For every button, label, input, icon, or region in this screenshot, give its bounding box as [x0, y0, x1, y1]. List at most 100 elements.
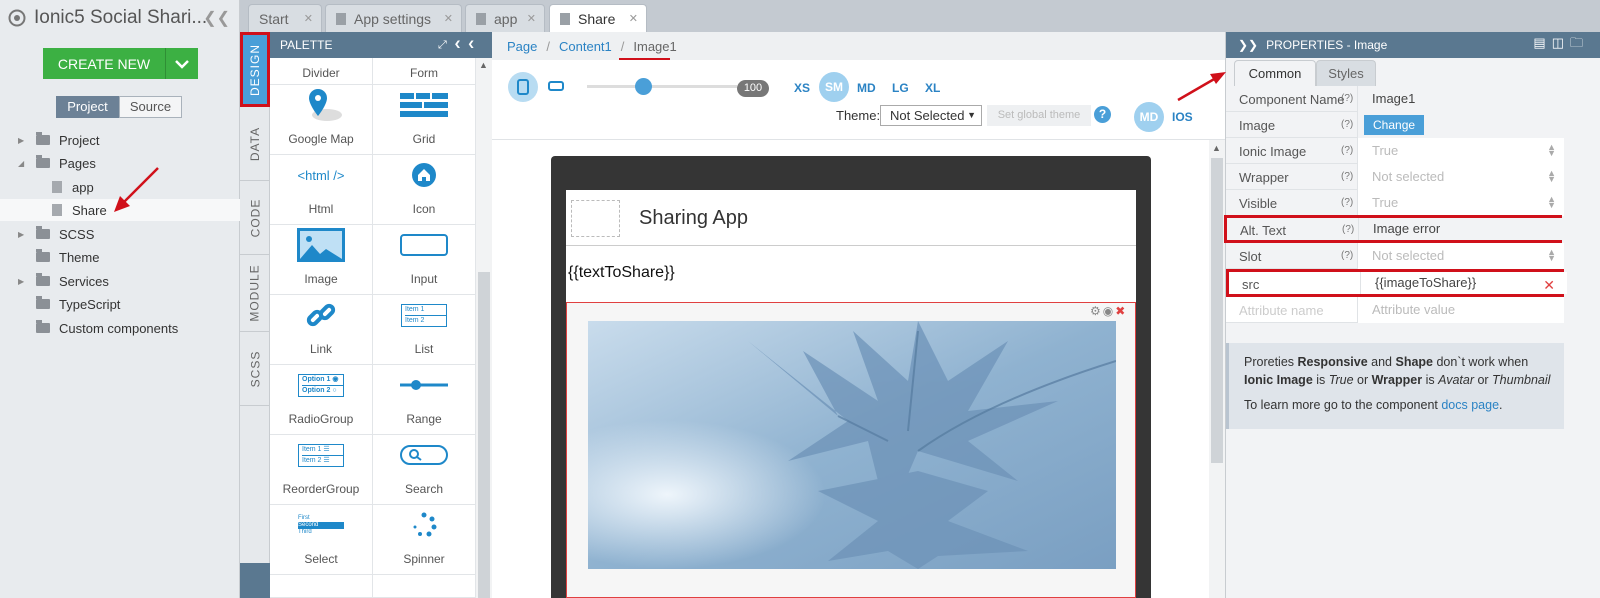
- help-icon[interactable]: (?): [1341, 119, 1353, 130]
- property-value[interactable]: Not selected: [1357, 243, 1564, 269]
- size-xs-button[interactable]: XS: [794, 81, 810, 95]
- help-icon[interactable]: (?): [1341, 171, 1353, 182]
- expand-panel-icon[interactable]: ❯❯: [1238, 38, 1258, 52]
- size-xl-button[interactable]: XL: [925, 81, 940, 95]
- property-value[interactable]: True: [1357, 190, 1564, 216]
- help-icon[interactable]: (?): [1341, 145, 1353, 156]
- property-value[interactable]: Image1: [1357, 86, 1564, 112]
- palette-item-select[interactable]: First Second Third Select: [270, 505, 373, 575]
- change-image-button[interactable]: Change: [1364, 115, 1425, 135]
- create-new-button[interactable]: CREATE NEW: [43, 48, 198, 79]
- alt-text-input[interactable]: Image error: [1358, 218, 1565, 240]
- src-value-input[interactable]: {{imageToShare}}: [1360, 272, 1567, 294]
- palette-item-search[interactable]: Search: [373, 435, 476, 505]
- palette-item-partial[interactable]: [373, 575, 476, 598]
- hide-icon[interactable]: ◉: [1103, 304, 1115, 318]
- help-icon[interactable]: ?: [1094, 106, 1111, 123]
- tree-item-project[interactable]: ▶ Project: [0, 129, 240, 151]
- side-tab-design[interactable]: DESIGN: [240, 32, 270, 107]
- close-icon[interactable]: ✕: [444, 12, 453, 25]
- tab-app[interactable]: app ✕: [465, 4, 545, 32]
- project-toggle-button[interactable]: Project: [56, 96, 119, 118]
- phone-landscape-icon[interactable]: [548, 80, 564, 95]
- side-tab-data[interactable]: DATA: [240, 107, 270, 181]
- palette-item-grid[interactable]: Grid: [373, 85, 476, 155]
- help-icon[interactable]: (?): [1341, 93, 1353, 104]
- palette-scroll-thumb[interactable]: [478, 272, 490, 598]
- tab-styles[interactable]: Styles: [1316, 60, 1376, 86]
- palette-item-range[interactable]: Range: [373, 365, 476, 435]
- tree-item-custom-components[interactable]: Custom components: [0, 317, 240, 339]
- platform-ios-button[interactable]: IOS: [1172, 110, 1193, 124]
- docs-page-link[interactable]: docs page: [1441, 398, 1499, 412]
- preview-image[interactable]: [588, 321, 1116, 569]
- side-tab-extra[interactable]: [240, 563, 270, 598]
- attribute-name-placeholder[interactable]: Attribute name: [1239, 303, 1324, 318]
- zoom-slider-handle[interactable]: [635, 78, 652, 95]
- palette-item-reordergroup[interactable]: Item 1 ☰ Item 2 ☰ ReorderGroup: [270, 435, 373, 505]
- collapse-icon[interactable]: ◢: [18, 159, 28, 168]
- tree-item-services[interactable]: ▶ Services: [0, 270, 240, 292]
- palette-item-form[interactable]: Form: [373, 58, 476, 85]
- close-icon[interactable]: ✖: [1115, 304, 1127, 318]
- remove-attribute-icon[interactable]: ✕: [1543, 277, 1555, 294]
- attribute-value-placeholder[interactable]: Attribute value: [1357, 297, 1564, 323]
- close-icon[interactable]: ✕: [629, 12, 638, 25]
- collapse-panel-icon[interactable]: ❮❮: [203, 8, 230, 28]
- property-value[interactable]: True: [1357, 138, 1564, 164]
- help-icon[interactable]: (?): [1341, 250, 1353, 261]
- help-icon[interactable]: (?): [1341, 197, 1353, 208]
- chevron-down-icon[interactable]: [165, 48, 198, 79]
- platform-md-button[interactable]: MD: [1134, 102, 1164, 132]
- side-tab-code[interactable]: CODE: [240, 181, 270, 255]
- close-icon[interactable]: ✕: [527, 12, 536, 25]
- expand-icon[interactable]: ▶: [18, 277, 28, 286]
- size-lg-button[interactable]: LG: [892, 81, 909, 95]
- palette-item-radiogroup[interactable]: Option 1 ◉ Option 2 ○ RadioGroup: [270, 365, 373, 435]
- theme-select[interactable]: Not Selected ▼: [880, 105, 982, 126]
- preview-text[interactable]: {{textToShare}}: [568, 264, 675, 282]
- header-buttons-placeholder[interactable]: [571, 200, 620, 237]
- layout-icons[interactable]: ▤◫🗀: [1533, 34, 1589, 56]
- palette-item-image[interactable]: Image: [270, 225, 373, 295]
- tab-share[interactable]: Share ✕: [549, 4, 647, 32]
- gear-icon[interactable]: ⚙: [1090, 304, 1103, 318]
- palette-item-google-map[interactable]: Google Map: [270, 85, 373, 155]
- attribute-name-input[interactable]: src: [1242, 277, 1259, 292]
- property-value[interactable]: Not selected: [1357, 164, 1564, 190]
- phone-portrait-icon[interactable]: [508, 72, 538, 102]
- source-toggle-button[interactable]: Source: [119, 96, 182, 118]
- palette-item-icon[interactable]: Icon: [373, 155, 476, 225]
- tab-start[interactable]: Start ✕: [248, 4, 322, 32]
- tree-item-typescript[interactable]: TypeScript: [0, 293, 240, 315]
- palette-item-divider[interactable]: Divider: [270, 58, 373, 85]
- size-sm-button[interactable]: SM: [819, 72, 849, 102]
- tree-item-scss[interactable]: ▶ SCSS: [0, 223, 240, 245]
- breadcrumb-content[interactable]: Content1: [559, 39, 612, 54]
- side-tab-module[interactable]: MODULE: [240, 255, 270, 332]
- palette-item-input[interactable]: Input: [373, 225, 476, 295]
- expand-icon[interactable]: ▶: [18, 230, 28, 239]
- palette-item-partial[interactable]: [270, 575, 373, 598]
- palette-item-html[interactable]: <html /> Html: [270, 155, 373, 225]
- tab-common[interactable]: Common: [1234, 60, 1316, 86]
- scroll-up-icon[interactable]: ▲: [1212, 143, 1221, 153]
- preview-header-title[interactable]: Sharing App: [639, 207, 748, 230]
- palette-controls[interactable]: ⤢❮❮: [438, 39, 482, 52]
- set-global-theme-button[interactable]: Set global theme: [987, 105, 1091, 126]
- side-tab-scss[interactable]: SCSS: [240, 332, 270, 406]
- palette-item-list[interactable]: Item 1 Item 2 List: [373, 295, 476, 365]
- palette-item-link[interactable]: Link: [270, 295, 373, 365]
- palette-item-spinner[interactable]: Spinner: [373, 505, 476, 575]
- scroll-up-icon[interactable]: ▲: [479, 60, 488, 70]
- size-md-button[interactable]: MD: [857, 81, 876, 95]
- breadcrumb-page[interactable]: Page: [507, 39, 537, 54]
- tab-app-settings[interactable]: App settings ✕: [325, 4, 462, 32]
- close-icon[interactable]: ✕: [304, 12, 313, 25]
- expand-icon[interactable]: ▶: [18, 136, 28, 145]
- zoom-slider[interactable]: [587, 85, 737, 88]
- tree-item-theme[interactable]: Theme: [0, 246, 240, 268]
- help-icon[interactable]: (?): [1342, 224, 1354, 235]
- image-controls[interactable]: ⚙◉✖: [1090, 304, 1127, 318]
- canvas-scroll-thumb[interactable]: [1211, 158, 1223, 463]
